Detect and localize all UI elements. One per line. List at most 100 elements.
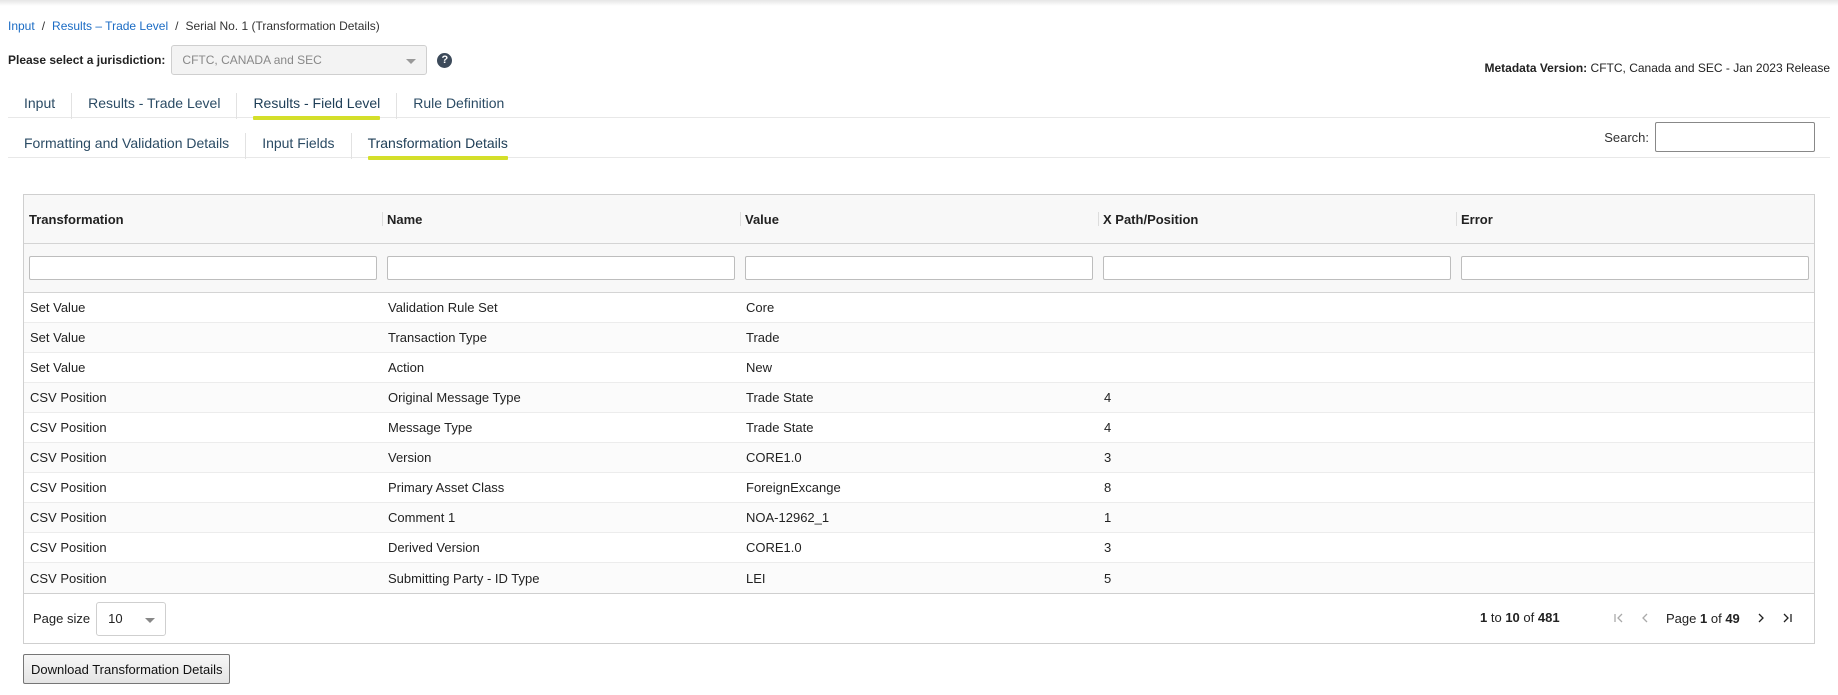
- top-shadow: [0, 0, 1838, 6]
- cell-name: Validation Rule Set: [388, 300, 498, 315]
- cell-name: Primary Asset Class: [388, 480, 505, 495]
- column-header-xpath-position[interactable]: X Path/Position: [1098, 195, 1456, 243]
- table-row[interactable]: Set Value Validation Rule Set Core: [24, 293, 1814, 323]
- cell-name: Action: [388, 360, 425, 375]
- cell-name: Message Type: [388, 420, 473, 435]
- cell-name: Transaction Type: [388, 330, 487, 345]
- metadata-version: Metadata Version: CFTC, Canada and SEC -…: [1484, 61, 1830, 75]
- row-count-summary: 1 to 10 of 481: [1480, 610, 1560, 625]
- table-row[interactable]: CSV Position Message Type Trade State 4: [24, 413, 1814, 443]
- breadcrumb-separator: /: [41, 19, 46, 33]
- cell-value: Core: [746, 300, 775, 315]
- cell-transformation: CSV Position: [30, 450, 107, 465]
- jurisdiction-selector: Please select a jurisdiction: CFTC, CANA…: [8, 45, 453, 75]
- transformation-grid: Transformation Name Value X Path/Positio…: [23, 194, 1815, 644]
- cell-value: ForeignExcange: [746, 480, 841, 495]
- cell-value: Trade State: [746, 420, 814, 435]
- cell-value: Trade State: [746, 390, 814, 405]
- page-size-value: 10: [108, 611, 123, 626]
- cell-transformation: Set Value: [30, 300, 86, 315]
- cell-transformation: CSV Position: [30, 390, 107, 405]
- row-range-end: 10: [1505, 610, 1520, 625]
- metadata-version-label: Metadata Version:: [1484, 61, 1588, 75]
- breadcrumb-link-results-trade-level[interactable]: Results – Trade Level: [52, 19, 168, 33]
- cell-transformation: CSV Position: [30, 480, 107, 495]
- table-row[interactable]: CSV Position Version CORE1.0 3: [24, 443, 1814, 473]
- table-row[interactable]: CSV Position Comment 1 NOA-12962_1 1: [24, 503, 1814, 533]
- cell-name: Derived Version: [388, 540, 480, 555]
- cell-value: LEI: [746, 570, 766, 586]
- tab-formatting-validation-details[interactable]: Formatting and Validation Details: [8, 133, 247, 159]
- cell-transformation: Set Value: [30, 360, 86, 375]
- row-range-of-word: of: [1523, 610, 1535, 625]
- cell-xpath-position: 1: [1104, 510, 1112, 525]
- cell-value: Trade: [746, 330, 780, 345]
- cell-name: Submitting Party - ID Type: [388, 570, 540, 586]
- cell-name: Version: [388, 450, 432, 465]
- sub-tabs: Formatting and Validation Details Input …: [8, 132, 1830, 160]
- tab-input[interactable]: Input: [8, 93, 73, 119]
- tab-input-fields[interactable]: Input Fields: [246, 133, 352, 159]
- page-size-label: Page size: [33, 611, 91, 626]
- jurisdiction-label: Please select a jurisdiction:: [8, 53, 166, 67]
- first-page-icon[interactable]: [1612, 608, 1626, 628]
- page-of-word: of: [1710, 610, 1722, 626]
- search-input[interactable]: [1655, 122, 1815, 152]
- search-box: Search:: [1604, 122, 1815, 152]
- tab-results-field-level[interactable]: Results - Field Level: [237, 93, 398, 120]
- column-header-transformation[interactable]: Transformation: [24, 195, 382, 243]
- table-row[interactable]: Set Value Transaction Type Trade: [24, 323, 1814, 353]
- cell-transformation: CSV Position: [30, 510, 107, 525]
- cell-xpath-position: 3: [1104, 540, 1112, 555]
- breadcrumb-separator: /: [175, 19, 179, 33]
- pagination-bar: Page size 10 1 to 10 of 481 Page 1 of 49: [24, 593, 1814, 643]
- row-range-start: 1: [1480, 610, 1488, 625]
- column-header-value[interactable]: Value: [740, 195, 1098, 243]
- filter-input-xpath-position[interactable]: [1103, 256, 1451, 280]
- filter-input-name[interactable]: [387, 256, 735, 280]
- table-row[interactable]: CSV Position Original Message Type Trade S…: [24, 383, 1814, 413]
- download-transformation-details-button[interactable]: Download Transformation Details: [23, 654, 231, 684]
- cell-transformation: CSV Position: [30, 420, 107, 435]
- cell-xpath-position: 4: [1104, 420, 1112, 435]
- page-navigation: Page 1 of 49: [1606, 608, 1800, 628]
- tab-transformation-details[interactable]: Transformation Details: [352, 133, 524, 160]
- column-header-error[interactable]: Error: [1456, 195, 1814, 243]
- cell-value: NOA-12962_1: [746, 510, 830, 525]
- cell-xpath-position: 3: [1104, 450, 1112, 465]
- cell-transformation: CSV Position: [30, 570, 107, 586]
- row-range-to-word: to: [1490, 610, 1502, 625]
- table-row[interactable]: CSV Position Submitting Party - ID Type LE…: [24, 563, 1814, 593]
- cell-xpath-position: 8: [1104, 480, 1112, 495]
- table-row[interactable]: CSV Position Derived Version CORE1.0 3: [24, 533, 1814, 563]
- page-size-dropdown[interactable]: 10: [96, 601, 167, 636]
- jurisdiction-dropdown[interactable]: CFTC, CANADA and SEC: [171, 45, 428, 75]
- filter-input-transformation[interactable]: [29, 256, 377, 280]
- cell-xpath-position: 5: [1104, 570, 1112, 586]
- table-row[interactable]: Set Value Action New: [24, 353, 1814, 383]
- column-header-name[interactable]: Name: [382, 195, 740, 243]
- tab-rule-definition[interactable]: Rule Definition: [397, 93, 520, 119]
- next-page-icon[interactable]: [1754, 608, 1768, 628]
- cell-xpath-position: 4: [1104, 390, 1112, 405]
- chevron-down-icon: [406, 59, 417, 64]
- filter-row: [24, 244, 1814, 293]
- tab-results-trade-level[interactable]: Results - Trade Level: [72, 93, 238, 119]
- jurisdiction-selected-value: CFTC, CANADA and SEC: [182, 53, 322, 67]
- last-page-icon[interactable]: [1780, 608, 1794, 628]
- previous-page-icon[interactable]: [1638, 608, 1652, 628]
- page-indicator: Page 1 of 49: [1666, 611, 1740, 626]
- filter-input-value[interactable]: [745, 256, 1093, 280]
- help-icon[interactable]: ?: [437, 52, 453, 68]
- grid-header: Transformation Name Value X Path/Positio…: [24, 195, 1814, 244]
- breadcrumb-link-input[interactable]: Input: [8, 19, 35, 33]
- chevron-down-icon: [145, 617, 156, 623]
- cell-name: Original Message Type: [388, 390, 521, 405]
- table-row[interactable]: CSV Position Primary Asset Class ForeignEx…: [24, 473, 1814, 503]
- filter-input-error[interactable]: [1461, 256, 1809, 280]
- breadcrumb-current: Serial No. 1 (Transformation Details): [185, 19, 380, 33]
- metadata-version-value: CFTC, Canada and SEC - Jan 2023 Release: [1590, 61, 1830, 75]
- cell-value: CORE1.0: [746, 540, 802, 555]
- total-pages: 49: [1725, 610, 1740, 626]
- cell-name: Comment 1: [388, 510, 456, 525]
